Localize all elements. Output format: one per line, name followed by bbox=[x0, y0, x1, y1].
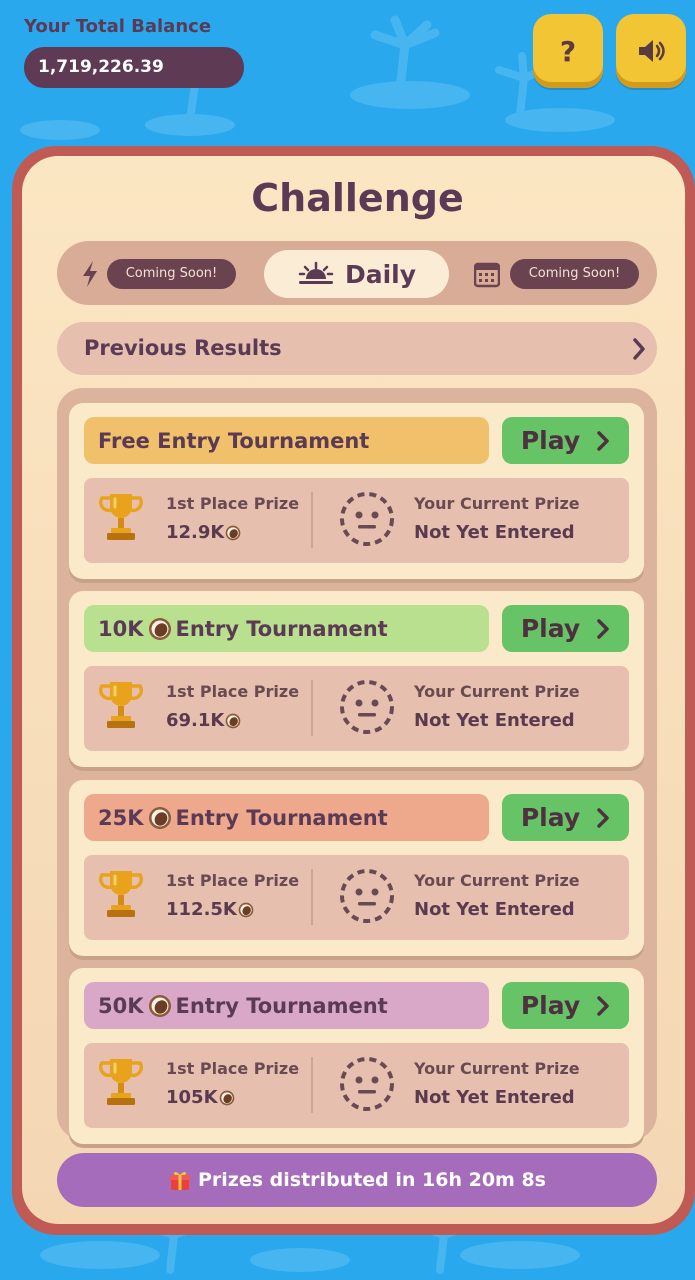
coconut-coin-icon bbox=[226, 713, 241, 728]
tournament-title-prefix: 10K bbox=[98, 616, 144, 641]
prize-info: 1st Place Prize 69.1K Your Current Prize No… bbox=[84, 666, 629, 751]
tournament-header: 25K Entry Tournament bbox=[84, 794, 489, 841]
trophy-icon bbox=[98, 1059, 144, 1105]
neutral-face-icon bbox=[340, 869, 394, 923]
current-prize-label: Your Current Prize bbox=[414, 682, 580, 701]
tournament-title-prefix: 25K bbox=[98, 805, 144, 830]
play-button-label: Play bbox=[520, 426, 581, 455]
tournament-title-suffix: Entry Tournament bbox=[175, 805, 388, 830]
gift-icon bbox=[170, 1171, 190, 1190]
current-prize-value: Not Yet Entered bbox=[414, 899, 575, 920]
tournament-card: 25K Entry Tournament Play 1st Place Prize 11… bbox=[69, 780, 644, 956]
play-button-label: Play bbox=[520, 614, 581, 643]
prize-info: 1st Place Prize 105K Your Current Prize Not… bbox=[84, 1043, 629, 1128]
divider bbox=[311, 869, 313, 925]
play-button[interactable]: Play bbox=[502, 417, 629, 464]
play-button[interactable]: Play bbox=[502, 982, 629, 1029]
tournament-card: Free Entry Tournament Play 1st Place Prize… bbox=[69, 403, 644, 579]
first-prize-amount: 105K bbox=[166, 1087, 218, 1108]
trophy-icon bbox=[98, 494, 144, 540]
first-prize-value: 105K bbox=[166, 1087, 235, 1108]
current-prize-label: Your Current Prize bbox=[414, 871, 580, 890]
calendar-icon[interactable] bbox=[474, 259, 500, 289]
balance-value: 1,719,226.39 bbox=[24, 47, 244, 88]
divider bbox=[311, 1057, 313, 1113]
neutral-face-icon bbox=[340, 492, 394, 546]
first-prize-label: 1st Place Prize bbox=[166, 682, 300, 701]
current-prize-value: Not Yet Entered bbox=[414, 522, 575, 543]
chevron-right-icon bbox=[597, 807, 609, 828]
tab-calendar-coming-soon[interactable]: Coming Soon! bbox=[510, 259, 639, 289]
prize-countdown-text: Prizes distributed in 16h 20m 8s bbox=[198, 1169, 546, 1191]
help-button[interactable]: ? bbox=[533, 14, 603, 88]
tournament-card: 10K Entry Tournament Play 1st Place Prize 69… bbox=[69, 591, 644, 767]
chevron-right-icon bbox=[597, 430, 609, 451]
page-title: Challenge bbox=[251, 176, 464, 220]
current-prize-value: Not Yet Entered bbox=[414, 1087, 575, 1108]
tournament-header: 10K Entry Tournament bbox=[84, 605, 489, 652]
previous-results-button[interactable]: Previous Results bbox=[57, 322, 657, 375]
chevron-right-icon bbox=[633, 338, 645, 360]
tournament-title-suffix: Entry Tournament bbox=[175, 616, 388, 641]
tournament-header: 50K Entry Tournament bbox=[84, 982, 489, 1029]
chevron-right-icon bbox=[597, 995, 609, 1016]
sound-button[interactable] bbox=[616, 14, 686, 88]
chevron-right-icon bbox=[597, 618, 609, 639]
first-prize-label: 1st Place Prize bbox=[166, 1059, 300, 1078]
tournament-title-prefix: Free Entry Tournament bbox=[98, 428, 370, 453]
first-prize-amount: 112.5K bbox=[166, 899, 237, 920]
first-prize-amount: 69.1K bbox=[166, 710, 225, 731]
first-prize-value: 112.5K bbox=[166, 899, 254, 920]
coconut-coin-icon bbox=[148, 617, 171, 640]
first-prize-label: 1st Place Prize bbox=[166, 871, 300, 890]
coconut-coin-icon bbox=[148, 806, 171, 829]
first-prize-label: 1st Place Prize bbox=[166, 494, 300, 513]
neutral-face-icon bbox=[340, 1057, 394, 1111]
tournament-title-suffix: Entry Tournament bbox=[175, 993, 388, 1018]
divider bbox=[311, 492, 313, 548]
tournament-title-prefix: 50K bbox=[98, 993, 144, 1018]
coconut-coin-icon bbox=[219, 1090, 234, 1105]
previous-results-label: Previous Results bbox=[84, 336, 282, 360]
current-prize-value: Not Yet Entered bbox=[414, 710, 575, 731]
tournament-header: Free Entry Tournament bbox=[84, 417, 489, 464]
prize-info: 1st Place Prize 12.9K Your Current Prize No… bbox=[84, 478, 629, 563]
play-button[interactable]: Play bbox=[502, 794, 629, 841]
first-prize-amount: 12.9K bbox=[166, 522, 225, 543]
current-prize-label: Your Current Prize bbox=[414, 494, 580, 513]
coconut-coin-icon bbox=[148, 994, 171, 1017]
balance-label: Your Total Balance bbox=[24, 16, 212, 37]
play-button-label: Play bbox=[520, 803, 581, 832]
sunrise-icon bbox=[298, 261, 334, 284]
first-prize-value: 69.1K bbox=[166, 710, 241, 731]
speaker-icon bbox=[639, 40, 665, 62]
trophy-icon bbox=[98, 871, 144, 917]
first-prize-value: 12.9K bbox=[166, 522, 241, 543]
play-button-label: Play bbox=[520, 991, 581, 1020]
play-button[interactable]: Play bbox=[502, 605, 629, 652]
tab-daily-label: Daily bbox=[344, 259, 417, 289]
divider bbox=[311, 680, 313, 736]
current-prize-label: Your Current Prize bbox=[414, 1059, 580, 1078]
lightning-icon[interactable] bbox=[80, 259, 100, 289]
coconut-coin-icon bbox=[238, 902, 254, 917]
trophy-icon bbox=[98, 682, 144, 728]
prize-countdown-banner: Prizes distributed in 16h 20m 8s bbox=[57, 1153, 657, 1207]
tournament-card: 50K Entry Tournament Play 1st Place Prize 10… bbox=[69, 968, 644, 1144]
coconut-coin-icon bbox=[226, 525, 241, 540]
tab-daily[interactable]: Daily bbox=[264, 250, 449, 298]
prize-info: 1st Place Prize 112.5K Your Current Prize N… bbox=[84, 855, 629, 940]
tab-lightning-coming-soon[interactable]: Coming Soon! bbox=[107, 259, 236, 289]
neutral-face-icon bbox=[340, 680, 394, 734]
question-mark-icon: ? bbox=[559, 34, 577, 68]
